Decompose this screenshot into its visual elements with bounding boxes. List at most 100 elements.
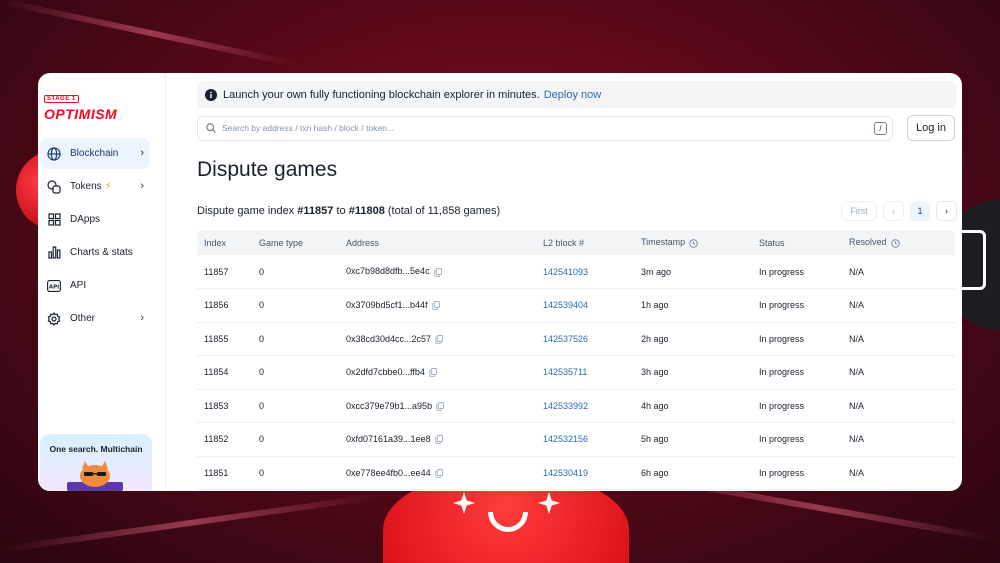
summary-total: (total of 11,858 games) [387, 205, 501, 217]
column-header: Address [346, 237, 380, 248]
cell-game-type: 0 [252, 288, 339, 323]
sidebar-item-charts[interactable]: Charts & stats [40, 237, 150, 268]
cell-timestamp: 4h ago [634, 389, 752, 423]
chevron-right-icon: › [140, 312, 144, 324]
promo-text: One search. Multichain [49, 444, 143, 454]
table-row: 11854 0 0x2dfd7cbbe0...ffb4 142535711 3h ago… [197, 355, 955, 390]
main-content: Launch your own fully functioning blockc… [166, 73, 962, 491]
address-text[interactable]: 0xfd07161a39...1ee8 [346, 434, 431, 444]
address-text[interactable]: 0xe778ee4fb0...ee44 [346, 468, 431, 478]
cell-l2-block[interactable]: 142535711 [536, 355, 634, 390]
api-icon: API [46, 278, 62, 294]
logo[interactable]: STAGE 1 OPTIMISM [38, 87, 165, 122]
cell-status: In progress [752, 288, 842, 323]
page-title: Dispute games [197, 158, 338, 181]
next-page-button[interactable]: › [936, 201, 957, 221]
address-text[interactable]: 0xcc379e79b1...a95b [346, 401, 432, 411]
svg-text:API: API [49, 284, 59, 290]
sidebar-item-label: DApps [70, 214, 101, 225]
cell-resolved: N/A [842, 389, 955, 423]
copy-icon[interactable] [436, 401, 445, 411]
sidebar-item-api[interactable]: API API [40, 270, 150, 301]
summary-prefix: Dispute game index [197, 205, 295, 217]
column-header: L2 block # [543, 237, 585, 248]
column-header: Timestamp [641, 237, 686, 248]
cell-game-type: 0 [252, 456, 339, 490]
cell-timestamp: 3m ago [634, 255, 752, 289]
bg-stripe [1, 493, 379, 553]
copy-icon[interactable] [431, 301, 440, 311]
column-header: Resolved [849, 237, 887, 248]
copy-icon[interactable] [433, 267, 442, 277]
cell-l2-block[interactable]: 142537526 [536, 322, 634, 356]
address-text[interactable]: 0x2dfd7cbbe0...ffb4 [346, 367, 425, 377]
search-bar[interactable]: / [197, 115, 893, 141]
copy-icon[interactable] [429, 368, 437, 378]
column-header: Index [204, 237, 227, 248]
cell-game-type: 0 [252, 355, 339, 390]
cell-address: 0x3709bd5cf1...b44f [339, 288, 536, 323]
deploy-banner: Launch your own fully functioning blockc… [197, 81, 957, 108]
table-row: 11851 0 0xe778ee4fb0...ee44 142530419 6h ago… [197, 456, 955, 490]
prev-page-button[interactable]: ‹ [883, 201, 904, 221]
brand-name: OPTIMISM [44, 106, 118, 122]
cell-address: 0xcc379e79b1...a95b [339, 389, 536, 423]
search-input[interactable] [222, 123, 822, 133]
search-icon [206, 123, 216, 133]
deploy-now-link[interactable]: Deploy now [544, 89, 601, 101]
sidebar-item-label: Other [70, 313, 96, 324]
summary-row: Dispute game index #11857 to #11808 (tot… [197, 201, 957, 221]
first-page-button[interactable]: First [841, 201, 877, 221]
cell-l2-block[interactable]: 142530419 [536, 456, 634, 490]
cell-status: In progress [752, 456, 842, 490]
dispute-games-table: Index Game type Address L2 block # Times… [197, 230, 955, 490]
gear-icon [46, 311, 62, 327]
address-text[interactable]: 0x38cd30d4cc...2c57 [346, 334, 431, 344]
sidebar-item-other[interactable]: Other › [40, 303, 150, 334]
copy-icon[interactable] [434, 435, 443, 445]
sidebar: STAGE 1 OPTIMISM Blockchain › Tokens ⚡ › [38, 73, 166, 491]
cell-index: 11854 [197, 355, 252, 390]
summary-from: #11857 [297, 205, 334, 217]
column-header-resolved: Resolved [842, 230, 955, 255]
column-header: Status [759, 237, 785, 248]
cell-resolved: N/A [842, 422, 955, 457]
cell-index: 11857 [197, 255, 252, 289]
sidebar-item-tokens[interactable]: Tokens ⚡ › [40, 171, 150, 202]
address-text[interactable]: 0x3709bd5cf1...b44f [346, 300, 428, 310]
copy-icon[interactable] [434, 468, 443, 478]
cell-l2-block[interactable]: 142539404 [536, 288, 634, 323]
cell-game-type: 0 [252, 389, 339, 423]
sidebar-item-dapps[interactable]: DApps [40, 204, 150, 235]
table-body: 11857 0 0xc7b98d8dfb...5e4c 142541093 3m ago… [197, 255, 955, 490]
clock-icon[interactable] [890, 238, 900, 248]
stage-badge: STAGE 1 [44, 95, 79, 103]
chevron-right-icon: › [140, 147, 144, 159]
copy-icon[interactable] [435, 334, 444, 344]
cell-resolved: N/A [842, 456, 955, 490]
lightning-icon: ⚡ [104, 181, 112, 192]
cell-status: In progress [752, 389, 842, 423]
current-page-button[interactable]: 1 [910, 201, 930, 221]
clock-icon[interactable] [689, 238, 698, 248]
sidebar-item-blockchain[interactable]: Blockchain › [40, 138, 150, 169]
table-row: 11853 0 0xcc379e79b1...a95b 142533992 4h ago… [197, 389, 955, 423]
cell-index: 11853 [197, 389, 252, 423]
cell-index: 11851 [197, 456, 252, 490]
cell-index: 11855 [197, 322, 252, 356]
cell-l2-block[interactable]: 142533992 [536, 389, 634, 423]
cell-address: 0xc7b98d8dfb...5e4c [339, 255, 536, 289]
cell-game-type: 0 [252, 322, 339, 356]
address-text[interactable]: 0xc7b98d8dfb...5e4c [346, 266, 430, 276]
sidebar-item-label: Blockchain [70, 148, 119, 159]
column-header: Game type [259, 237, 304, 248]
search-row: / Log in [197, 115, 957, 141]
cell-l2-block[interactable]: 142541093 [536, 255, 634, 289]
login-button[interactable]: Log in [907, 115, 955, 141]
cell-resolved: N/A [842, 322, 955, 356]
cell-timestamp: 5h ago [634, 422, 752, 457]
cell-timestamp: 3h ago [634, 355, 752, 390]
cell-l2-block[interactable]: 142532156 [536, 422, 634, 457]
multichain-promo[interactable]: One search. Multichain [40, 434, 152, 491]
grid-icon [46, 212, 62, 228]
